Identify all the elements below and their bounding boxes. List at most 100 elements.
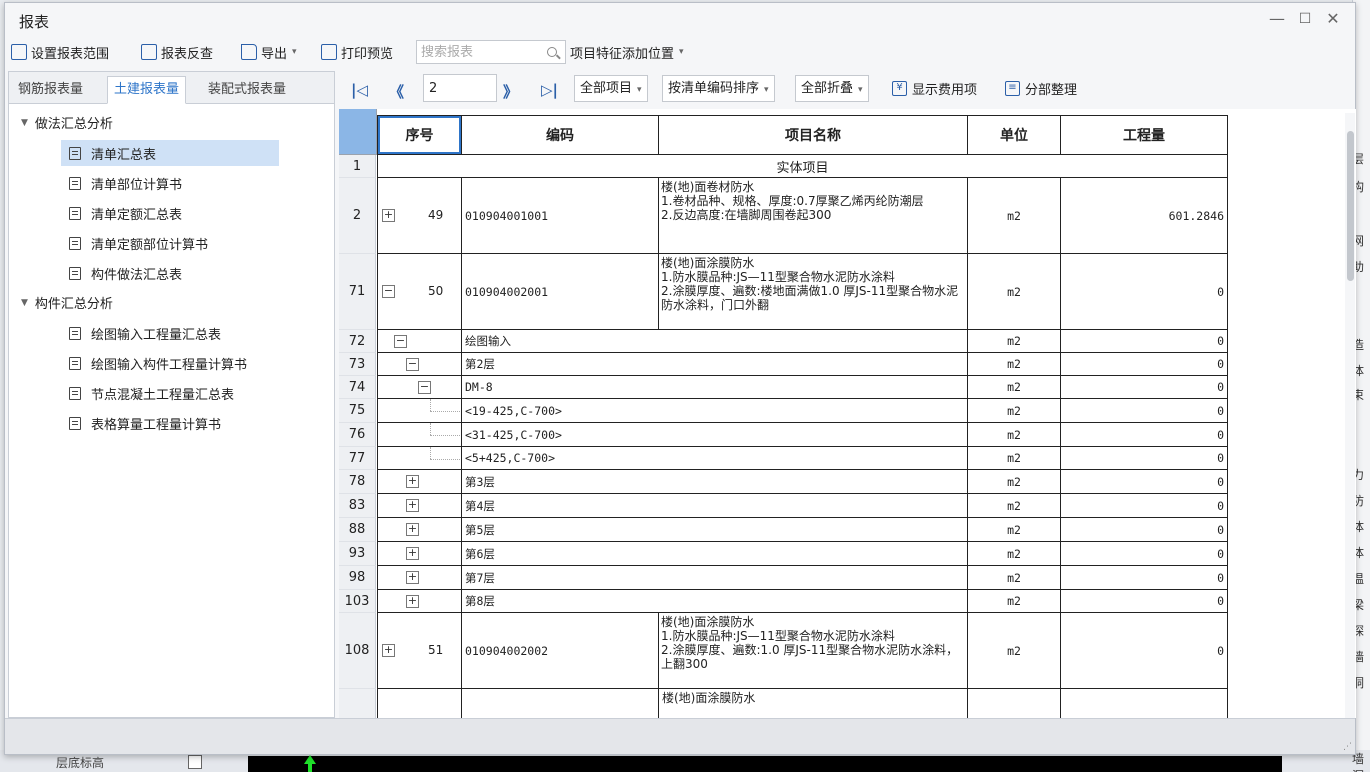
row-number[interactable]: 1 xyxy=(339,155,376,178)
tree-item-list-summary[interactable]: 清单汇总表 xyxy=(61,140,279,166)
item-name-cell[interactable]: 楼(地)面卷材防水 1.卷材品种、规格、厚度:0.7厚聚乙烯丙纶防潮层 2.反边… xyxy=(659,178,968,254)
vertical-scrollbar[interactable] xyxy=(1345,113,1355,718)
collapse-toggle-icon[interactable]: − xyxy=(394,334,407,348)
scope-dropdown[interactable]: 全部项目 ▾ xyxy=(574,75,648,102)
tree-item-list-quota-location-calc[interactable]: 清单定额部位计算书 xyxy=(61,230,279,256)
column-header[interactable]: 序号 xyxy=(377,115,462,155)
collapse-toggle-icon[interactable]: − xyxy=(418,380,431,394)
row-number[interactable]: 76 xyxy=(339,423,376,447)
page-number-input[interactable] xyxy=(423,74,497,102)
search-icon[interactable] xyxy=(547,47,557,57)
row-number[interactable]: 73 xyxy=(339,353,376,376)
tab-prefab-report[interactable]: 装配式报表量 xyxy=(201,76,293,104)
maximize-button[interactable]: ☐ xyxy=(1293,9,1317,29)
row-number[interactable]: 83 xyxy=(339,494,376,518)
set-range-button[interactable]: 设置报表范围 xyxy=(11,42,109,62)
tree-item-node-concrete-summary[interactable]: 节点混凝土工程量汇总表 xyxy=(61,380,279,406)
tab-rebar-report[interactable]: 钢筋报表量 xyxy=(11,76,90,104)
minimize-button[interactable]: — xyxy=(1265,9,1289,29)
row-number[interactable] xyxy=(339,689,376,718)
expand-toggle-icon[interactable]: + xyxy=(406,475,419,488)
tidy-sections-button[interactable]: ≡ 分部整理 xyxy=(1005,79,1077,98)
column-header[interactable]: 单位 xyxy=(968,115,1061,155)
item-name-cell[interactable]: 第4层 xyxy=(462,494,968,518)
item-name-cell[interactable]: 第2层 xyxy=(462,353,968,376)
tree-item-table-quantity-calc[interactable]: 表格算量工程量计算书 xyxy=(61,410,279,436)
row-number[interactable]: 74 xyxy=(339,376,376,399)
tree-item-list-location-calc[interactable]: 清单部位计算书 xyxy=(61,170,279,196)
next-page-button[interactable]: 》 xyxy=(503,81,518,102)
column-header[interactable]: 项目名称 xyxy=(659,115,968,155)
row-number[interactable]: 103 xyxy=(339,590,376,613)
expand-toggle-icon[interactable]: + xyxy=(406,547,419,560)
row-number[interactable]: 2 xyxy=(339,178,376,254)
tree-item-list-quota-summary[interactable]: 清单定额汇总表 xyxy=(61,200,279,226)
prev-page-button[interactable]: 《 xyxy=(389,81,404,102)
tree-item-component-method-summary[interactable]: 构件做法汇总表 xyxy=(61,260,279,286)
item-name-cell[interactable]: 楼(地)面涂膜防水 xyxy=(659,689,968,718)
item-name-cell[interactable]: 楼(地)面涂膜防水 1.防水膜品种:JS—11型聚合物水泥防水涂料 2.涂膜厚度… xyxy=(659,613,968,689)
item-name-cell[interactable]: <5+425,C-700> xyxy=(462,447,968,470)
background-checkbox[interactable] xyxy=(188,755,202,769)
collapse-toggle-icon[interactable]: − xyxy=(382,285,395,298)
item-name-cell[interactable]: 第8层 xyxy=(462,590,968,613)
row-number[interactable]: 77 xyxy=(339,447,376,470)
row-number[interactable]: 88 xyxy=(339,518,376,542)
tree-item-drawing-component-calc[interactable]: 绘图输入构件工程量计算书 xyxy=(61,350,279,376)
tree-group-component-summary[interactable]: ▼ 构件汇总分析 xyxy=(21,293,113,312)
last-page-button[interactable]: ▷| xyxy=(541,81,558,99)
tree-group-method-summary[interactable]: ▼ 做法汇总分析 xyxy=(21,113,113,132)
scrollbar-thumb[interactable] xyxy=(1347,131,1354,281)
show-fee-button[interactable]: ¥ 显示费用项 xyxy=(892,79,977,98)
code-cell[interactable] xyxy=(462,689,659,718)
first-page-button[interactable]: |◁ xyxy=(351,81,368,99)
item-name-cell[interactable]: 绘图输入 xyxy=(462,330,968,353)
item-name-cell[interactable]: 楼(地)面涂膜防水 1.防水膜品种:JS—11型聚合物水泥防水涂料 2.涂膜厚度… xyxy=(659,254,968,330)
column-header[interactable]: 工程量 xyxy=(1061,115,1228,155)
item-name-cell[interactable]: 第7层 xyxy=(462,566,968,590)
expand-toggle-icon[interactable]: + xyxy=(406,499,419,512)
code-cell[interactable]: 010904002002 xyxy=(462,613,659,689)
expand-toggle-icon[interactable]: + xyxy=(382,209,395,222)
row-number[interactable]: 93 xyxy=(339,542,376,566)
expand-toggle-icon[interactable]: + xyxy=(406,594,419,608)
cell-text: m2 xyxy=(1007,498,1021,513)
item-name-cell[interactable]: 第6层 xyxy=(462,542,968,566)
expand-toggle-icon[interactable]: + xyxy=(406,523,419,536)
cell-text: 72 xyxy=(348,333,366,349)
sort-dropdown[interactable]: 按清单编码排序 ▾ xyxy=(662,75,775,102)
row-number[interactable]: 108 xyxy=(339,613,376,689)
table-corner[interactable] xyxy=(339,109,377,155)
item-name-cell[interactable]: <31-425,C-700> xyxy=(462,423,968,447)
export-button[interactable]: 导出 ▾ xyxy=(241,42,297,62)
column-header[interactable]: 编码 xyxy=(462,115,659,155)
tree-item-drawing-quantity-summary[interactable]: 绘图输入工程量汇总表 xyxy=(61,320,279,346)
row-number[interactable]: 98 xyxy=(339,566,376,590)
close-button[interactable]: ✕ xyxy=(1321,9,1345,29)
tab-civil-report[interactable]: 土建报表量 xyxy=(107,76,187,104)
collapse-toggle-icon[interactable]: − xyxy=(406,357,419,371)
expand-toggle-icon[interactable]: + xyxy=(406,571,419,584)
row-number[interactable]: 78 xyxy=(339,470,376,494)
cell-text: 010904001001 xyxy=(465,208,549,223)
row-number[interactable]: 72 xyxy=(339,330,376,353)
report-search-box[interactable] xyxy=(416,40,566,64)
cell-text: m2 xyxy=(1007,380,1021,394)
quantity-cell: 0 xyxy=(1061,518,1228,542)
row-number[interactable]: 75 xyxy=(339,399,376,423)
sequence-cell: + xyxy=(377,518,462,542)
code-cell[interactable]: 010904002001 xyxy=(462,254,659,330)
item-name-cell[interactable]: DM-8 xyxy=(462,376,968,399)
reverse-check-button[interactable]: 报表反查 xyxy=(141,42,213,62)
fold-dropdown[interactable]: 全部折叠 ▾ xyxy=(795,75,869,102)
item-name-cell[interactable]: <19-425,C-700> xyxy=(462,399,968,423)
item-name-cell[interactable]: 第3层 xyxy=(462,470,968,494)
item-name-cell[interactable]: 第5层 xyxy=(462,518,968,542)
expand-toggle-icon[interactable]: + xyxy=(382,644,395,657)
row-number[interactable]: 71 xyxy=(339,254,376,330)
resize-grip-icon[interactable]: ⋰ xyxy=(1343,742,1352,752)
code-cell[interactable]: 010904001001 xyxy=(462,178,659,254)
print-preview-button[interactable]: 打印预览 xyxy=(321,42,393,62)
report-search-input[interactable] xyxy=(421,44,539,60)
feature-position-dropdown[interactable]: 项目特征添加位置 ▾ xyxy=(570,42,684,62)
